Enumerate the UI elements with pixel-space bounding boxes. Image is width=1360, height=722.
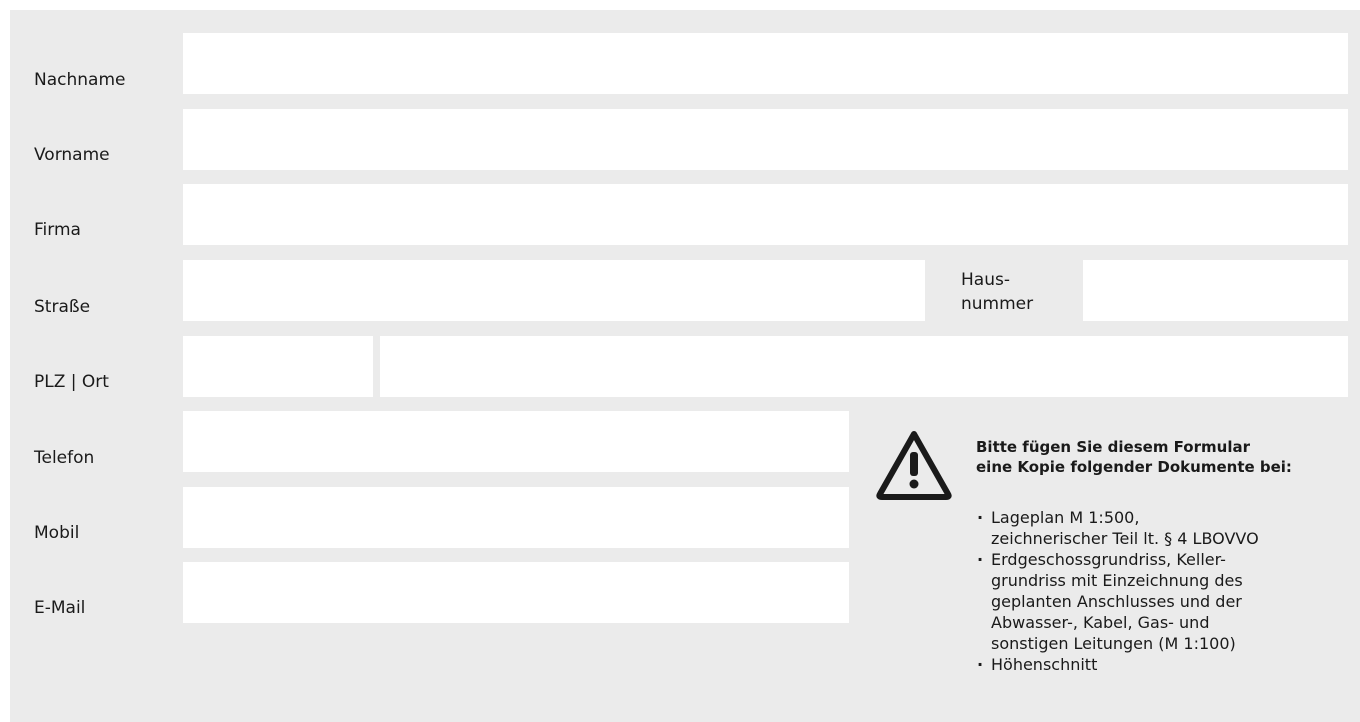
telefon-label: Telefon [34,448,95,468]
firma-input[interactable] [183,184,1348,245]
plz-ort-label: PLZ | Ort [34,372,109,392]
contact-form-panel: Nachname Vorname Firma Straße Haus- numm… [10,10,1360,722]
telefon-input[interactable] [183,411,849,472]
hausnummer-input[interactable] [1083,260,1348,321]
strasse-input[interactable] [183,260,925,321]
ort-input[interactable] [380,336,1348,397]
email-input[interactable] [183,562,849,623]
mobil-input[interactable] [183,487,849,548]
nachname-label: Nachname [34,70,126,90]
nachname-input[interactable] [183,33,1348,94]
notice-title: Bitte fügen Sie diesem Formular eine Kop… [976,438,1292,476]
list-item: Erdgeschossgrundriss, Keller- grundriss … [976,549,1360,654]
firma-label: Firma [34,220,81,240]
document-notice: Bitte fügen Sie diesem Formular eine Kop… [876,420,1360,720]
list-item: Lageplan M 1:500, zeichnerischer Teil lt… [976,507,1360,549]
strasse-label: Straße [34,297,91,317]
hausnummer-label: Haus- nummer [961,270,1034,314]
email-label: E-Mail [34,598,86,618]
plz-input[interactable] [183,336,373,397]
vorname-label: Vorname [34,145,110,165]
vorname-input[interactable] [183,109,1348,170]
required-documents-list: Lageplan M 1:500, zeichnerischer Teil lt… [976,507,1360,675]
warning-triangle-icon [876,430,952,500]
list-item: Höhenschnitt [976,654,1360,675]
mobil-label: Mobil [34,523,80,543]
